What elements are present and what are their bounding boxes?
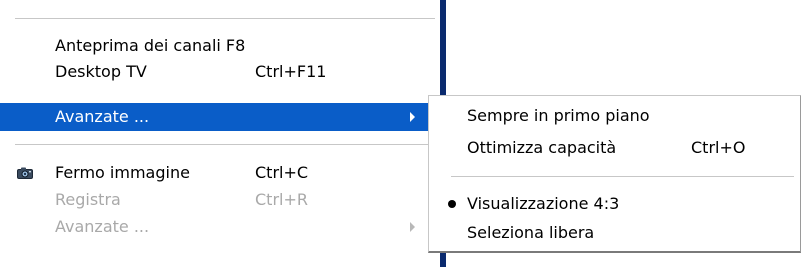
menu-item-label: Fermo immagine — [55, 163, 190, 182]
submenu-item-label: Sempre in primo piano — [467, 106, 650, 125]
submenu-item-shortcut: Ctrl+O — [691, 138, 746, 157]
submenu-item-label: Seleziona libera — [467, 223, 595, 242]
menu-item-desktop-tv[interactable]: Desktop TV Ctrl+F11 — [0, 58, 440, 86]
submenu-item-ottimizza-capacita[interactable]: Ottimizza capacità Ctrl+O — [429, 134, 801, 162]
menu-item-avanzate-disabled: Avanzate ... — [0, 213, 440, 241]
submenu-item-label: Ottimizza capacità — [467, 138, 617, 157]
menu-item-shortcut: Ctrl+C — [255, 163, 309, 182]
menu-item-avanzate-selected[interactable]: Avanzate ... — [0, 103, 440, 131]
menu-top-separator — [15, 18, 435, 22]
submenu-arrow-icon — [410, 112, 415, 122]
submenu-avanzate: Sempre in primo piano Ottimizza capacità… — [428, 95, 801, 253]
screenshot-stage: Anteprima dei canali F8 Desktop TV Ctrl+… — [0, 0, 801, 267]
menu-separator — [15, 144, 440, 146]
submenu-arrow-icon — [410, 222, 415, 232]
menu-item-label: Anteprima dei canali F8 — [55, 36, 246, 55]
menu-item-shortcut: Ctrl+F11 — [255, 62, 327, 81]
submenu-item-sempre-in-primo-piano[interactable]: Sempre in primo piano — [429, 102, 801, 130]
menu-item-fermo-immagine[interactable]: Fermo immagine Ctrl+C — [0, 159, 440, 187]
submenu-item-seleziona-libera[interactable]: Seleziona libera — [429, 219, 801, 247]
menu-item-label: Desktop TV — [55, 62, 147, 81]
submenu-item-label: Visualizzazione 4:3 — [467, 194, 620, 213]
menu-item-anteprima-canali[interactable]: Anteprima dei canali F8 — [0, 32, 440, 60]
window-edge — [440, 0, 446, 95]
menu-item-shortcut: Ctrl+R — [255, 190, 308, 209]
context-menu: Anteprima dei canali F8 Desktop TV Ctrl+… — [0, 0, 440, 267]
menu-item-label: Avanzate ... — [55, 107, 150, 126]
menu-item-label: Registra — [55, 190, 121, 209]
radio-dot-icon — [448, 200, 456, 208]
menu-item-registra: Registra Ctrl+R — [0, 186, 440, 214]
submenu-separator — [451, 176, 794, 178]
menu-item-label: Avanzate ... — [55, 217, 150, 236]
camera-icon — [17, 167, 33, 179]
submenu-item-visualizzazione-4-3[interactable]: Visualizzazione 4:3 — [429, 190, 801, 218]
